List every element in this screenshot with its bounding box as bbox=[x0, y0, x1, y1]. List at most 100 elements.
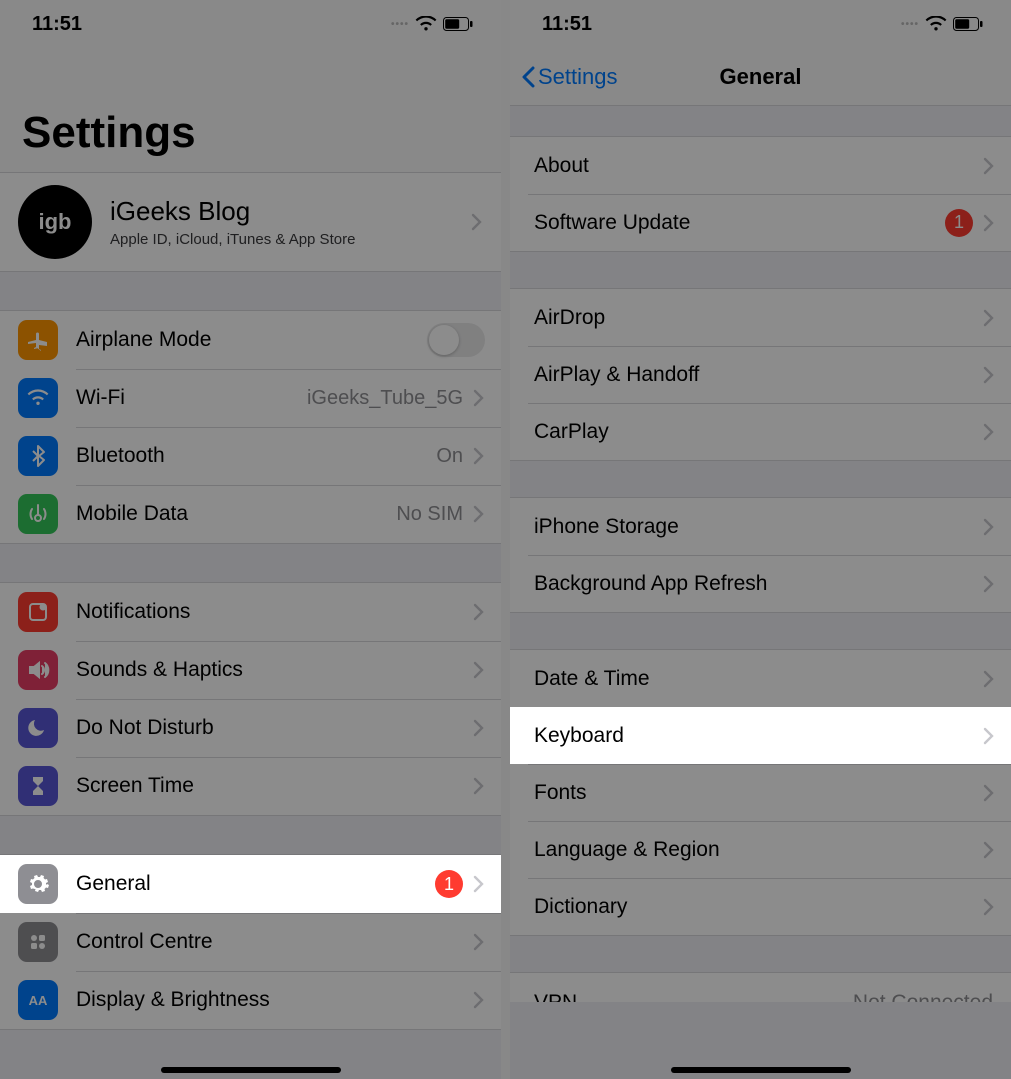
chevron-right-icon bbox=[473, 505, 485, 523]
row-notifications[interactable]: Notifications bbox=[0, 583, 501, 641]
row-background-app-refresh[interactable]: Background App Refresh bbox=[510, 555, 1011, 612]
status-icons: •••• bbox=[901, 16, 983, 32]
bluetooth-icon bbox=[18, 436, 58, 476]
nav-title: General bbox=[720, 64, 802, 90]
row-label: Display & Brightness bbox=[76, 988, 473, 1012]
row-label: Screen Time bbox=[76, 774, 473, 798]
back-button[interactable]: Settings bbox=[520, 64, 618, 90]
mobile-data-value: No SIM bbox=[396, 503, 463, 526]
row-label: Bluetooth bbox=[76, 444, 436, 468]
chevron-right-icon bbox=[983, 898, 995, 916]
status-bar: 11:51 •••• bbox=[510, 0, 1011, 48]
row-airdrop[interactable]: AirDrop bbox=[510, 289, 1011, 346]
row-label: Mobile Data bbox=[76, 502, 396, 526]
chevron-right-icon bbox=[983, 575, 995, 593]
chevron-right-icon bbox=[473, 719, 485, 737]
status-icons: •••• bbox=[391, 16, 473, 32]
row-label: iPhone Storage bbox=[528, 515, 983, 539]
chevron-right-icon bbox=[983, 309, 995, 327]
chevron-right-icon bbox=[983, 784, 995, 802]
display-icon: AA bbox=[18, 980, 58, 1020]
row-display-brightness[interactable]: AA Display & Brightness bbox=[0, 971, 501, 1029]
cell-dots-icon: •••• bbox=[391, 19, 409, 30]
chevron-right-icon bbox=[983, 727, 995, 745]
wifi-row-icon bbox=[18, 378, 58, 418]
row-label: General bbox=[76, 872, 435, 896]
row-iphone-storage[interactable]: iPhone Storage bbox=[510, 498, 1011, 555]
svg-text:AA: AA bbox=[29, 993, 48, 1008]
home-indicator[interactable] bbox=[671, 1067, 851, 1073]
bluetooth-value: On bbox=[436, 445, 463, 468]
status-bar: 11:51 •••• bbox=[0, 0, 501, 48]
status-time: 11:51 bbox=[542, 13, 592, 36]
row-label: Wi-Fi bbox=[76, 386, 307, 410]
row-keyboard[interactable]: Keyboard bbox=[510, 707, 1011, 764]
wifi-icon bbox=[415, 16, 437, 32]
wifi-icon bbox=[925, 16, 947, 32]
row-label: About bbox=[528, 154, 983, 178]
row-label: Notifications bbox=[76, 600, 473, 624]
group-notifications: Notifications Sounds & Haptics Do Not Di… bbox=[0, 582, 501, 816]
back-label: Settings bbox=[538, 64, 618, 90]
chevron-right-icon bbox=[473, 933, 485, 951]
row-wifi[interactable]: Wi-Fi iGeeks_Tube_5G bbox=[0, 369, 501, 427]
general-screen: 11:51 •••• Settings General About Softwa… bbox=[510, 0, 1011, 1079]
chevron-right-icon bbox=[471, 213, 483, 231]
apple-id-row[interactable]: iGB iGeeks Blog Apple ID, iCloud, iTunes… bbox=[0, 172, 501, 272]
row-label: Dictionary bbox=[528, 895, 983, 919]
row-general[interactable]: General 1 bbox=[0, 855, 501, 913]
row-label: Fonts bbox=[528, 781, 983, 805]
page-title: Settings bbox=[0, 48, 501, 172]
control-centre-icon bbox=[18, 922, 58, 962]
row-dnd[interactable]: Do Not Disturb bbox=[0, 699, 501, 757]
row-airplane-mode[interactable]: Airplane Mode bbox=[0, 311, 501, 369]
battery-icon bbox=[443, 17, 473, 31]
chevron-right-icon bbox=[473, 991, 485, 1009]
row-about[interactable]: About bbox=[510, 137, 1011, 194]
chevron-right-icon bbox=[983, 518, 995, 536]
row-dictionary[interactable]: Dictionary bbox=[510, 878, 1011, 935]
mobile-data-icon bbox=[18, 494, 58, 534]
row-fonts[interactable]: Fonts bbox=[510, 764, 1011, 821]
hourglass-icon bbox=[18, 766, 58, 806]
row-airplay-handoff[interactable]: AirPlay & Handoff bbox=[510, 346, 1011, 403]
gear-icon bbox=[18, 864, 58, 904]
badge: 1 bbox=[435, 870, 463, 898]
chevron-right-icon bbox=[473, 875, 485, 893]
row-screen-time[interactable]: Screen Time bbox=[0, 757, 501, 815]
row-mobile-data[interactable]: Mobile Data No SIM bbox=[0, 485, 501, 543]
row-carplay[interactable]: CarPlay bbox=[510, 403, 1011, 460]
row-label: CarPlay bbox=[528, 420, 983, 444]
notifications-icon bbox=[18, 592, 58, 632]
group-general: General 1 Control Centre AA Display & Br… bbox=[0, 854, 501, 1030]
group-keyboard: Date & Time Keyboard Fonts Language & Re… bbox=[510, 649, 1011, 936]
chevron-right-icon bbox=[473, 777, 485, 795]
row-label: Control Centre bbox=[76, 930, 473, 954]
wifi-value: iGeeks_Tube_5G bbox=[307, 387, 463, 410]
row-label: AirPlay & Handoff bbox=[528, 363, 983, 387]
chevron-right-icon bbox=[983, 214, 995, 232]
home-indicator[interactable] bbox=[161, 1067, 341, 1073]
chevron-right-icon bbox=[473, 603, 485, 621]
row-label: Sounds & Haptics bbox=[76, 658, 473, 682]
battery-icon bbox=[953, 17, 983, 31]
row-sounds[interactable]: Sounds & Haptics bbox=[0, 641, 501, 699]
row-software-update[interactable]: Software Update 1 bbox=[510, 194, 1011, 251]
row-label: VPN bbox=[534, 991, 577, 1002]
chevron-right-icon bbox=[983, 670, 995, 688]
chevron-right-icon bbox=[473, 661, 485, 679]
row-date-time[interactable]: Date & Time bbox=[510, 650, 1011, 707]
group-connectivity: Airplane Mode Wi-Fi iGeeks_Tube_5G Bluet… bbox=[0, 310, 501, 544]
chevron-right-icon bbox=[473, 447, 485, 465]
airplane-toggle[interactable] bbox=[427, 323, 485, 357]
row-bluetooth[interactable]: Bluetooth On bbox=[0, 427, 501, 485]
badge: 1 bbox=[945, 209, 973, 237]
row-control-centre[interactable]: Control Centre bbox=[0, 913, 501, 971]
chevron-right-icon bbox=[983, 841, 995, 859]
row-label: Do Not Disturb bbox=[76, 716, 473, 740]
row-vpn-peek[interactable]: VPN Not Connected bbox=[510, 972, 1011, 1002]
row-language-region[interactable]: Language & Region bbox=[510, 821, 1011, 878]
settings-screen: 11:51 •••• Settings iGB iGeeks Blog Appl… bbox=[0, 0, 501, 1079]
dnd-icon bbox=[18, 708, 58, 748]
sounds-icon bbox=[18, 650, 58, 690]
